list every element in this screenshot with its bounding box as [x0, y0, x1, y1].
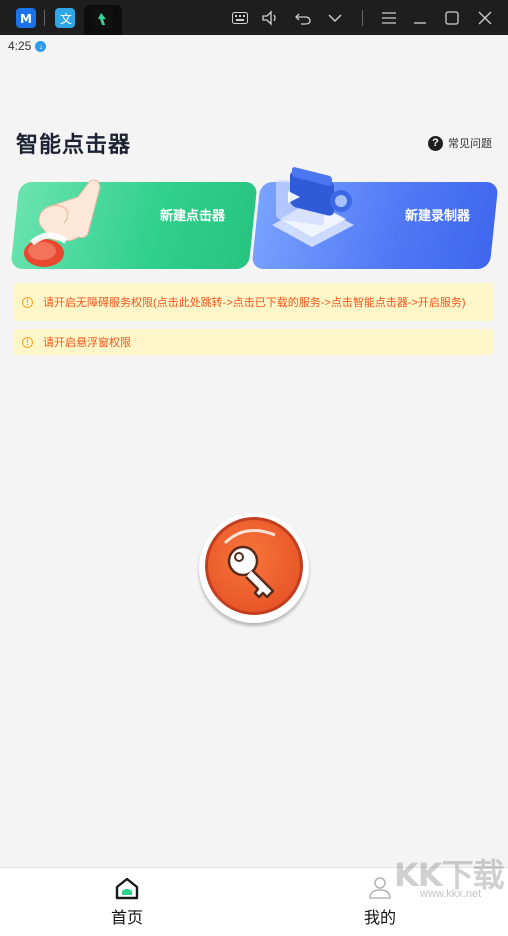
warning-icon: !: [22, 336, 33, 348]
accessibility-notice-text: 请开启无障碍服务权限(点击此处跳转->点击已下载的服务->点击智能点击器->开启…: [43, 297, 466, 309]
key-icon: [223, 529, 276, 599]
clicker-app-icon: [93, 9, 113, 29]
svg-text:M: M: [20, 12, 32, 26]
new-recorder-label: 新建录制器: [405, 208, 471, 223]
close-icon[interactable]: [473, 6, 497, 30]
overlay-notice-text: 请开启悬浮窗权限: [43, 337, 131, 349]
watermark-url: www.kkx.net: [420, 888, 482, 900]
accessibility-permission-notice[interactable]: ! 请开启无障碍服务权限(点击此处跳转->点击已下载的服务->点击智能点击器->…: [14, 283, 494, 321]
faq-link[interactable]: ? 常见问题: [428, 135, 492, 151]
status-bar: 4:25 ↓: [8, 39, 47, 53]
maximize-icon[interactable]: [440, 6, 464, 30]
keyboard-icon[interactable]: [228, 6, 252, 30]
pointing-hand-icon: [24, 179, 101, 267]
app-icon-m[interactable]: M: [16, 8, 36, 28]
svg-text:文: 文: [60, 11, 72, 26]
titlebar-divider: [44, 10, 45, 26]
nav-home-label: 首页: [110, 910, 143, 927]
new-clicker-label: 新建点击器: [160, 208, 226, 223]
undo-icon[interactable]: [291, 6, 315, 30]
home-icon: [115, 877, 139, 900]
menu-icon[interactable]: [377, 6, 401, 30]
volume-icon[interactable]: [258, 6, 282, 30]
warning-icon: !: [22, 296, 33, 308]
help-icon: ?: [428, 135, 443, 151]
phone-screen: 4:25 ↓ 智能点击器 ? 常见问题 新建点击器 新建录制器 ! 请开启无障碍…: [0, 35, 508, 936]
nav-home[interactable]: 首页: [97, 876, 157, 928]
overlay-permission-notice[interactable]: ! 请开启悬浮窗权限: [14, 329, 494, 355]
recorder-camera-icon: [272, 167, 354, 247]
faq-label: 常见问题: [448, 138, 492, 150]
user-icon: [369, 877, 391, 899]
download-status-icon: ↓: [35, 40, 47, 52]
nav-mine-label: 我的: [363, 910, 396, 927]
translate-app-icon[interactable]: 文: [55, 8, 75, 28]
window-titlebar: M 文: [0, 0, 508, 35]
active-app-tab[interactable]: [84, 5, 122, 35]
chevron-down-icon[interactable]: [323, 6, 347, 30]
minimize-icon[interactable]: [408, 6, 432, 30]
page-title: 智能点击器: [16, 132, 132, 157]
titlebar-divider-2: [362, 10, 363, 26]
status-time: 4:25: [8, 39, 32, 53]
